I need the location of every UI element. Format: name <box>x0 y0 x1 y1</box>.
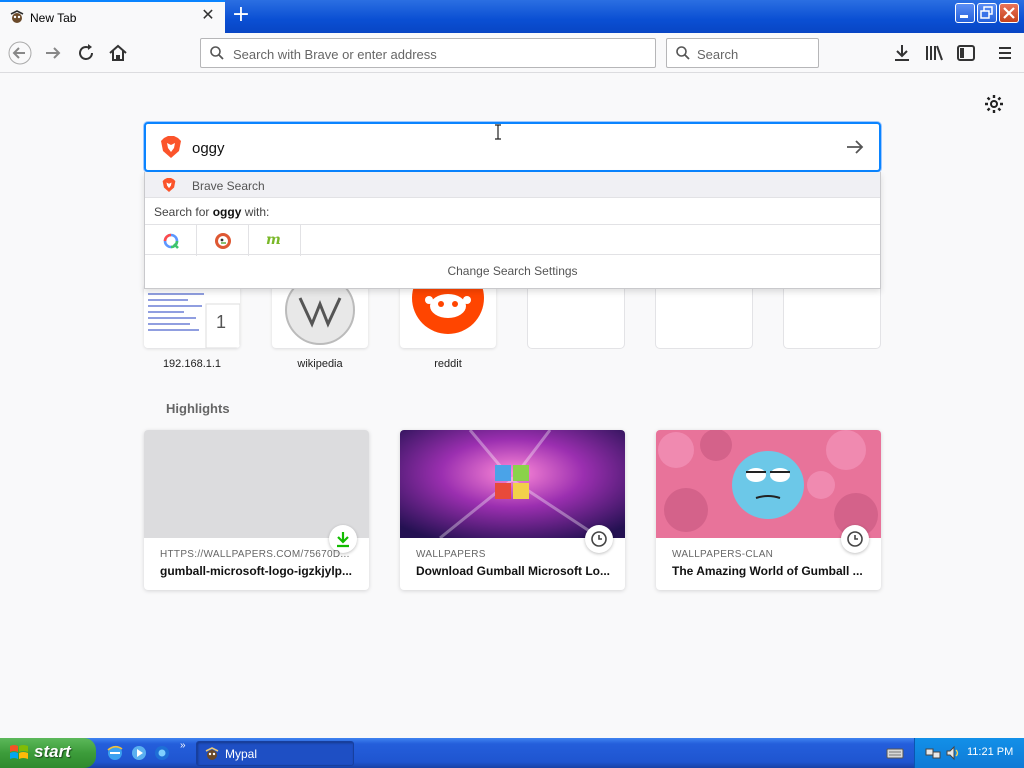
text-cursor-icon <box>495 124 501 140</box>
search-for-prefix: Search for <box>154 205 213 219</box>
search-suggestion-dropdown: Brave Search Search for oggy with: m Cha… <box>144 172 881 289</box>
brave-search-option[interactable]: Brave Search <box>145 172 880 198</box>
window-close-button[interactable] <box>999 3 1019 23</box>
card-source: WALLPAPERS-CLAN <box>672 549 774 560</box>
card-source: WALLPAPERS <box>416 549 486 560</box>
top-site-label: reddit <box>434 358 462 370</box>
url-bar-placeholder: Search with Brave or enter address <box>233 47 437 62</box>
top-site-tile[interactable] <box>272 284 368 348</box>
card-source: HTTPS://WALLPAPERS.COM/75670D... <box>160 549 350 560</box>
search-bar[interactable]: Search <box>666 38 819 68</box>
card-image <box>400 430 625 538</box>
site-badge-number: 1 <box>216 312 227 332</box>
start-button[interactable]: start <box>0 738 96 768</box>
reddit-logo-icon <box>412 284 484 334</box>
home-button[interactable] <box>106 41 130 65</box>
highlight-card[interactable]: WALLPAPERS-CLAN The Amazing World of Gum… <box>656 430 881 590</box>
change-search-settings[interactable]: Change Search Settings <box>145 264 880 278</box>
quicklaunch-chevron-icon[interactable]: » <box>180 740 186 751</box>
card-image <box>656 430 881 538</box>
minimize-icon <box>960 15 968 18</box>
new-tab-button[interactable]: + <box>229 4 253 28</box>
top-sites: 1 192.168.1.1 wikipedia reddit <box>144 284 880 384</box>
sidebar-toggle-button[interactable] <box>954 41 978 65</box>
search-icon <box>210 46 224 60</box>
top-site-empty-slot[interactable] <box>656 284 752 348</box>
card-title: gumball-microsoft-logo-igzkjylp... <box>160 564 352 578</box>
minimize-button[interactable] <box>955 3 975 23</box>
search-for-suffix: with: <box>241 205 270 219</box>
brave-logo-icon <box>161 136 181 158</box>
card-image <box>144 430 369 538</box>
start-label: start <box>34 742 71 761</box>
card-title: Download Gumball Microsoft Lo... <box>416 564 610 578</box>
highlight-card[interactable]: WALLPAPERS Download Gumball Microsoft Lo… <box>400 430 625 590</box>
clock-icon <box>585 525 613 553</box>
highlights-title: Highlights <box>166 401 230 416</box>
close-icon <box>1003 7 1015 19</box>
taskbar: start » Mypal 11:21 PM <box>0 738 1024 768</box>
taskbar-clock[interactable]: 11:21 PM <box>967 746 1013 758</box>
duckduckgo-icon <box>215 233 231 249</box>
mojeek-icon: m <box>266 232 281 248</box>
browser-quicklaunch-icon[interactable] <box>153 744 171 762</box>
restore-button[interactable] <box>977 3 997 23</box>
card-title: The Amazing World of Gumball ... <box>672 564 863 578</box>
downloads-button[interactable] <box>890 41 914 65</box>
reload-button[interactable] <box>74 41 98 65</box>
tab-title: New Tab <box>30 11 77 25</box>
qwant-icon <box>163 233 179 249</box>
system-tray: 11:21 PM <box>914 738 1024 768</box>
top-site-label: 192.168.1.1 <box>162 358 222 370</box>
keyboard-tray-icon[interactable] <box>886 745 904 761</box>
top-site-empty-slot[interactable] <box>784 284 880 348</box>
main-search-input[interactable]: oggy <box>144 122 881 172</box>
engine-qwant[interactable] <box>145 225 197 256</box>
volume-tray-icon[interactable] <box>945 745 961 761</box>
new-tab-page: 1 192.168.1.1 wikipedia reddit Highlight… <box>0 74 1024 738</box>
top-site-label: wikipedia <box>297 358 343 370</box>
restore-icon <box>980 6 993 19</box>
one-off-engines: m <box>145 224 880 256</box>
taskbar-button-mypal[interactable]: Mypal <box>196 741 354 766</box>
engine-mojeek[interactable]: m <box>249 225 301 256</box>
mypal-favicon-icon <box>10 10 24 23</box>
brave-search-label: Brave Search <box>192 179 265 193</box>
forward-button[interactable] <box>41 41 65 65</box>
search-for-label: Search for oggy with: <box>154 205 269 219</box>
engine-duckduckgo[interactable] <box>197 225 249 256</box>
windows-logo-icon <box>10 745 28 759</box>
tab-new-tab[interactable]: New Tab ✕ <box>0 0 225 33</box>
main-search-value: oggy <box>192 140 225 157</box>
top-site-tile[interactable]: 1 <box>144 284 240 348</box>
back-button[interactable] <box>8 41 32 65</box>
url-bar[interactable]: Search with Brave or enter address <box>200 38 656 68</box>
wikipedia-logo-icon <box>285 284 355 345</box>
brave-logo-icon <box>162 178 176 192</box>
clock-icon <box>841 525 869 553</box>
search-icon <box>676 46 690 60</box>
search-bar-placeholder: Search <box>697 47 739 62</box>
tab-bar: New Tab ✕ + <box>0 0 1024 33</box>
network-tray-icon[interactable] <box>925 745 941 761</box>
search-for-term: oggy <box>212 205 242 219</box>
arrow-right-icon[interactable] <box>845 138 865 156</box>
ie-quicklaunch-icon[interactable] <box>106 744 124 762</box>
top-site-tile[interactable] <box>400 284 496 348</box>
tab-close-icon[interactable]: ✕ <box>199 7 217 25</box>
media-quicklaunch-icon[interactable] <box>130 744 148 762</box>
nav-toolbar: Search with Brave or enter address Searc… <box>0 33 1024 73</box>
top-site-empty-slot[interactable] <box>528 284 624 348</box>
taskbar-button-label: Mypal <box>225 747 258 761</box>
menu-button[interactable] <box>993 41 1017 65</box>
gear-icon[interactable] <box>984 94 1004 114</box>
library-button[interactable] <box>922 41 946 65</box>
highlight-card[interactable]: HTTPS://WALLPAPERS.COM/75670D... gumball… <box>144 430 369 590</box>
mypal-icon <box>205 747 219 760</box>
